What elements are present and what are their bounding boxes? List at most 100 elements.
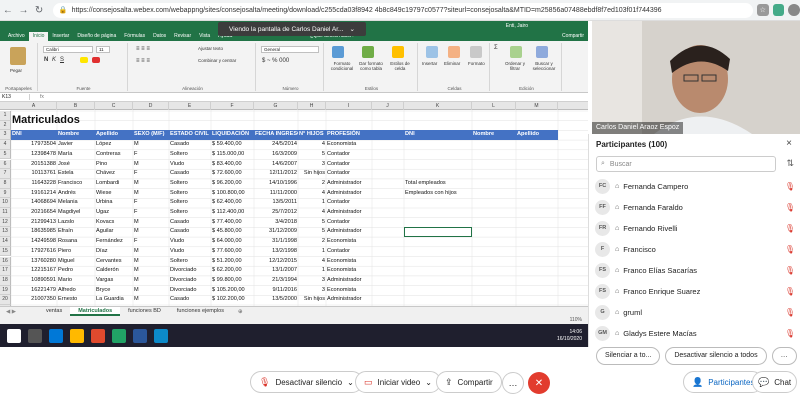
table-cell[interactable]: 11/11/2000 xyxy=(254,189,298,199)
mute-all-button[interactable]: Silenciar a to... xyxy=(596,347,661,365)
row-header[interactable]: 18 xyxy=(0,275,11,286)
table-cell[interactable]: M xyxy=(133,140,169,150)
table-cell[interactable]: 3 xyxy=(298,286,326,296)
muted-mic-icon[interactable]: 🎙 xyxy=(785,203,795,212)
column-header-c[interactable]: C xyxy=(95,102,133,110)
participant-row[interactable]: FR ⌂ Fernando Rivelli 🎙 xyxy=(595,219,795,237)
table-cell[interactable]: Contador xyxy=(326,218,372,228)
row-header[interactable]: 6 xyxy=(0,159,11,170)
table-cell[interactable]: Lombardi xyxy=(95,179,133,189)
muted-mic-icon[interactable]: 🎙 xyxy=(785,308,795,317)
start-video-button[interactable]: ▭ Iniciar video ⌄ xyxy=(355,371,441,393)
table-cell[interactable]: 4 xyxy=(298,140,326,150)
table-cell[interactable]: $ 51.200,00 xyxy=(211,257,254,267)
sheet-tab-funciones-bd[interactable]: funciones BD xyxy=(120,307,169,316)
row-header[interactable]: 11 xyxy=(0,208,11,218)
table-cell[interactable]: M xyxy=(133,286,169,296)
office-icon[interactable] xyxy=(91,328,105,343)
table-cell[interactable]: Contador xyxy=(326,247,372,257)
muted-mic-icon[interactable]: 🎙 xyxy=(785,266,795,275)
table-cell[interactable]: $ 59.400,00 xyxy=(211,140,254,150)
table-cell[interactable]: 13/2/1998 xyxy=(254,247,298,257)
conditional-format-icon[interactable] xyxy=(332,46,344,58)
table-header-cell[interactable]: Apellido xyxy=(95,130,133,141)
table-header-cell[interactable]: PROFESIÓN xyxy=(326,130,372,141)
chat-button[interactable]: 💬 Chat xyxy=(752,371,798,393)
column-header-b[interactable]: B xyxy=(57,102,95,110)
tab-formulas[interactable]: Fórmulas xyxy=(120,32,149,41)
muted-mic-icon[interactable]: 🎙 xyxy=(785,182,795,191)
table-cell[interactable]: Díaz xyxy=(95,247,133,257)
table-cell[interactable]: F xyxy=(133,208,169,218)
row-header[interactable]: 14 xyxy=(0,237,11,247)
insert-icon[interactable] xyxy=(426,46,438,58)
participant-row[interactable]: FS ⌂ Franco Enrique Suarez 🎙 xyxy=(595,282,795,300)
table-cell[interactable]: 4 xyxy=(298,189,326,199)
table-cell[interactable]: Aguilar xyxy=(95,227,133,237)
table-cell[interactable]: 14068694 xyxy=(11,198,57,208)
tab-vista[interactable]: Vista xyxy=(195,32,214,41)
table-cell[interactable]: 12215167 xyxy=(11,266,57,276)
table-cell[interactable]: 14/6/2007 xyxy=(254,160,298,170)
table-cell[interactable]: Soltero xyxy=(169,208,211,218)
table-cell[interactable]: Administrador xyxy=(326,179,372,189)
table-cell[interactable]: F xyxy=(133,150,169,160)
currency-icon[interactable]: $ ~ % 000 xyxy=(262,58,289,64)
sort-filter-icon[interactable] xyxy=(510,46,522,58)
format-icon[interactable] xyxy=(470,46,482,58)
table-cell[interactable]: Administrador xyxy=(326,276,372,286)
bold-button[interactable]: N xyxy=(44,57,48,63)
row-header[interactable]: 19 xyxy=(0,285,11,296)
table-cell[interactable]: 10113761 xyxy=(11,169,57,179)
participant-row[interactable]: F ⌂ Francisco 🎙 xyxy=(595,240,795,258)
table-cell[interactable]: 13/5/2000 xyxy=(254,295,298,305)
participant-row[interactable]: GM ⌂ Gladys Estere Macías 🎙 xyxy=(595,324,795,342)
star-icon[interactable]: ☆ xyxy=(756,4,769,16)
spreadsheet-grid[interactable]: A B C D E F G H I J K L M 1 2 3 4 5 6 7 8 9 10 11 12 13 14 15 16 17 18… xyxy=(0,102,588,316)
row-header[interactable]: 20 xyxy=(0,295,11,305)
row-header[interactable]: 8 xyxy=(0,178,11,189)
table-cell[interactable]: Economista xyxy=(326,286,372,296)
sheet-tab-ventas[interactable]: ventas xyxy=(38,307,70,316)
column-header-d[interactable]: D xyxy=(133,102,169,110)
extension-icon[interactable] xyxy=(772,4,785,16)
table-cell[interactable]: 3/4/2018 xyxy=(254,218,298,228)
table-cell[interactable]: 1 xyxy=(298,198,326,208)
table-cell[interactable]: M xyxy=(133,227,169,237)
table-cell[interactable]: Contador xyxy=(326,150,372,160)
align-left-icon[interactable]: ≡ ≡ ≡ xyxy=(136,58,150,64)
forward-icon[interactable]: → xyxy=(16,2,32,18)
close-icon[interactable]: × xyxy=(786,138,792,149)
table-cell[interactable]: Magdiyel xyxy=(57,208,95,218)
table-cell[interactable]: M xyxy=(133,266,169,276)
table-header-cell[interactable]: DNI xyxy=(11,130,57,141)
add-sheet-icon[interactable]: ⊕ xyxy=(232,309,249,315)
tab-diseno[interactable]: Diseño de página xyxy=(73,32,120,41)
side-header-cell[interactable]: Apellido xyxy=(516,130,558,141)
share-button[interactable]: ⇪ Compartir xyxy=(436,371,502,393)
table-cell[interactable]: Francisco xyxy=(57,179,95,189)
table-cell[interactable]: María xyxy=(57,150,95,160)
merge-button[interactable]: Combinar y centrar xyxy=(198,58,236,63)
table-cell[interactable]: Viudo xyxy=(169,237,211,247)
table-cell[interactable]: 21299413 xyxy=(11,218,57,228)
table-cell[interactable]: Economista xyxy=(326,140,372,150)
table-cell[interactable]: 2 xyxy=(298,179,326,189)
table-cell[interactable]: Divorciado xyxy=(169,286,211,296)
table-cell[interactable]: Piero xyxy=(57,247,95,257)
find-icon[interactable] xyxy=(536,46,548,58)
table-cell[interactable]: $ 77.400,00 xyxy=(211,218,254,228)
table-cell[interactable]: M xyxy=(133,160,169,170)
row-header[interactable]: 1 xyxy=(0,111,11,121)
muted-mic-icon[interactable]: 🎙 xyxy=(785,329,795,338)
wrap-text-button[interactable]: Ajustar texto xyxy=(198,46,223,51)
table-cell[interactable]: 4 xyxy=(298,257,326,267)
row-header[interactable]: 12 xyxy=(0,217,11,228)
muted-mic-icon[interactable]: 🎙 xyxy=(785,224,795,233)
table-cell[interactable]: $ 72.600,00 xyxy=(211,169,254,179)
table-cell[interactable]: M xyxy=(133,179,169,189)
delete-icon[interactable] xyxy=(448,46,460,58)
font-name-box[interactable]: Calibri xyxy=(43,46,93,53)
table-cell[interactable]: Soltero xyxy=(169,189,211,199)
table-cell[interactable]: $ 112.400,00 xyxy=(211,208,254,218)
